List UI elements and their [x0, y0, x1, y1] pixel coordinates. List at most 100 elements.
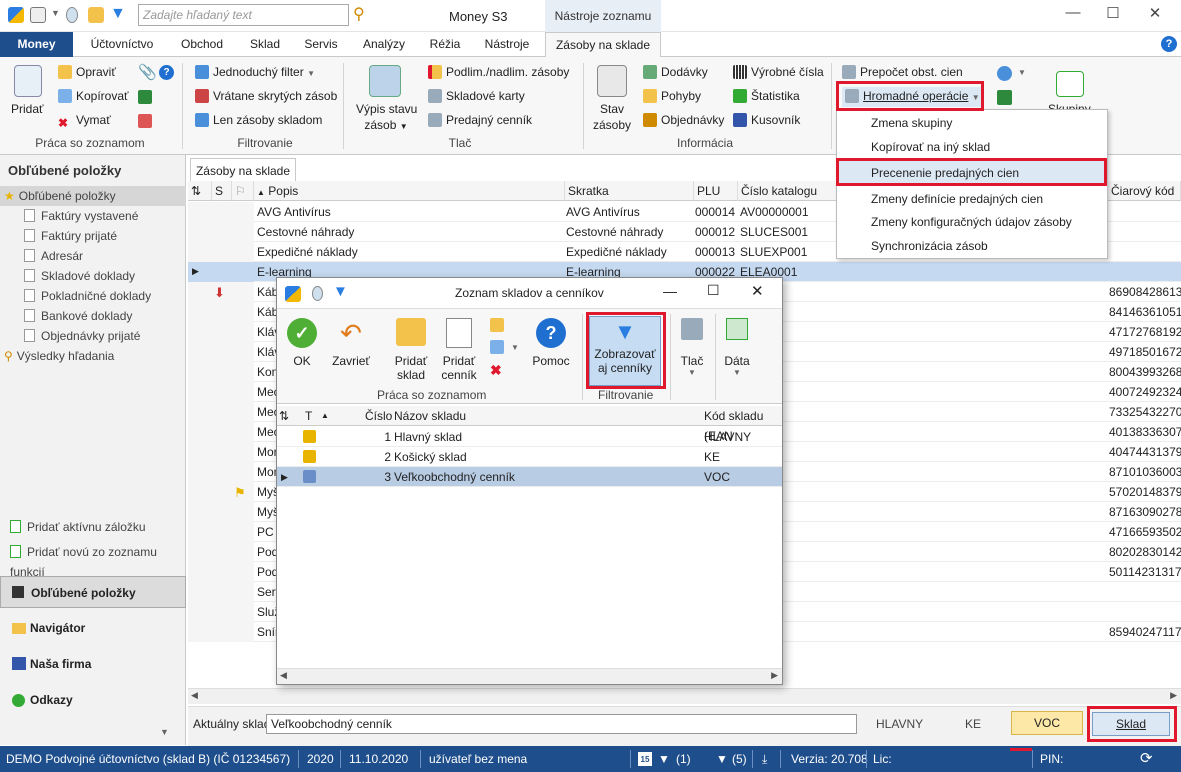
kopirovat-button[interactable]: Kopírovať — [58, 88, 129, 104]
menu-servis[interactable]: Servis — [296, 32, 346, 57]
chevron-down-icon[interactable]: ▼ — [1018, 68, 1026, 77]
sidebar-item[interactable]: Objednávky prijaté — [0, 326, 186, 346]
status-year[interactable]: 2020 — [307, 746, 334, 772]
add-new-link[interactable]: Pridať novú zo zoznamu funkcií — [0, 542, 186, 579]
help-icon[interactable]: ? — [1161, 36, 1177, 52]
delete-icon[interactable]: ✖ — [490, 362, 502, 379]
vratane-skrytych-button[interactable]: Vrátane skrytých zásob — [195, 88, 337, 104]
sidebar-item[interactable]: Faktúry prijaté — [0, 226, 186, 246]
data-button[interactable]: Dáta ▼ — [719, 318, 755, 377]
attach-icon[interactable]: 📎 — [138, 63, 157, 81]
menu-money[interactable]: Money — [0, 32, 73, 57]
folder-icon[interactable] — [88, 7, 104, 23]
calendar-icon[interactable]: 15 — [638, 752, 652, 766]
sidebar-item[interactable]: Skladové doklady — [0, 266, 186, 286]
lightbulb-icon[interactable] — [312, 286, 323, 301]
pomoc-button[interactable]: ? Pomoc — [529, 318, 573, 368]
col-plu[interactable]: PLU — [694, 181, 738, 201]
dialog-close-button[interactable]: ✕ — [751, 282, 764, 300]
dropdown-item-zmeny-definicie[interactable]: Zmeny definície predajných cien — [837, 187, 1107, 211]
skladove-karty-button[interactable]: Skladové karty — [428, 88, 525, 104]
search-input[interactable]: Zadajte hľadaný text — [138, 4, 349, 26]
zavriet-button[interactable]: ↶ Zavrieť — [329, 318, 373, 368]
minimize-button[interactable]: — — [1058, 4, 1088, 21]
export-icon[interactable] — [997, 90, 1012, 105]
dialog-table-row[interactable]: 2 Košický sklad KE — [277, 447, 782, 467]
list-icon[interactable] — [30, 7, 46, 23]
sidebar-item[interactable]: Pokladničné doklady — [0, 286, 186, 306]
vypis-stavu-button[interactable]: Výpis stavu zásob ▼ — [356, 101, 417, 135]
prepocet-button[interactable]: Prepočet obst. cien — [842, 64, 963, 80]
col-popis[interactable]: ▲ Popis — [254, 181, 565, 201]
tab-zasoby[interactable]: Zásoby na sklade — [190, 158, 296, 182]
kusovnik-button[interactable]: Kusovník — [733, 112, 800, 128]
print-small-icon[interactable] — [138, 114, 152, 128]
dcol-cislo[interactable]: Číslo — [365, 406, 392, 426]
chevron-down-icon[interactable]: ▼ — [511, 343, 519, 352]
dialog-table-row[interactable]: 1 Hlavný sklad HLAVNY — [277, 427, 782, 447]
sklad-hlavny-button[interactable]: HLAVNY — [876, 717, 923, 731]
excel-icon[interactable] — [138, 90, 152, 104]
opravit-button[interactable]: Opraviť — [58, 64, 116, 80]
col-ciarovy[interactable]: Čiarový kód — [1108, 181, 1181, 201]
horizontal-scrollbar[interactable]: ◀ ▶ — [188, 688, 1181, 704]
sidebar-item[interactable]: Bankové doklady — [0, 306, 186, 326]
chevron-down-icon[interactable]: ▼ — [160, 727, 169, 737]
pridat-sklad-button[interactable]: Pridať sklad — [389, 318, 433, 382]
col-skratka[interactable]: Skratka — [565, 181, 694, 201]
stav-zasoby-button[interactable]: Stav zásoby — [588, 101, 636, 133]
sidebar-search-results[interactable]: ⚲ Výsledky hľadania — [0, 346, 186, 366]
menu-obchod[interactable]: Obchod — [172, 32, 232, 57]
len-skladom-button[interactable]: Len zásoby skladom — [195, 112, 322, 128]
jednoduchy-filter-button[interactable]: Jednoduchý filter ▼ — [195, 64, 315, 82]
sidebar-root[interactable]: ★ Obľúbené položky — [0, 186, 186, 206]
vyrobne-cisla-button[interactable]: Výrobné čísla — [733, 64, 824, 80]
sidebar-item[interactable]: Adresár — [0, 246, 186, 266]
dropdown-item-kopirovat[interactable]: Kopírovať na iný sklad — [837, 135, 1107, 159]
tlac-button[interactable]: Tlač ▼ — [675, 318, 709, 377]
menu-analyzy[interactable]: Analýzy — [354, 32, 414, 57]
help-round-icon[interactable]: ? — [159, 65, 174, 80]
menu-rezia[interactable]: Réžia — [422, 32, 468, 57]
sync-icon[interactable]: ⟳ — [1140, 746, 1153, 772]
dropdown-item-zmeny-konfiguracnych[interactable]: Zmeny konfiguračných údajov zásoby — [837, 210, 1107, 234]
ok-button[interactable]: ✓ OK — [287, 318, 317, 368]
col-s[interactable]: S — [212, 181, 232, 201]
dropdown-item-synchronizacia[interactable]: Synchronizácia zásob — [837, 234, 1107, 258]
dialog-minimize-button[interactable]: — — [663, 283, 677, 299]
dodavky-button[interactable]: Dodávky — [643, 64, 708, 80]
menu-sklad[interactable]: Sklad — [240, 32, 290, 57]
dialog-table-row[interactable]: ▶ 3 Veľkoobchodný cenník VOC — [277, 467, 782, 487]
menu-nastroje[interactable]: Nástroje — [474, 32, 540, 57]
close-button[interactable]: ✕ — [1140, 4, 1170, 22]
col-flag[interactable]: ⚐ — [232, 181, 254, 201]
chevron-down-icon[interactable]: ▼ — [51, 8, 60, 18]
objednavky-button[interactable]: Objednávky — [643, 112, 724, 128]
dialog-maximize-button[interactable]: ☐ — [707, 282, 720, 299]
lightbulb-icon[interactable] — [66, 7, 78, 23]
status-user[interactable]: užívateľ bez mena — [429, 746, 527, 772]
download-icon[interactable]: ⤓ — [762, 746, 767, 772]
status-date[interactable]: 11.10.2020 — [349, 746, 408, 772]
pohyby-button[interactable]: Pohyby — [643, 88, 701, 104]
filter-status-icon[interactable]: ▼ — [716, 746, 728, 772]
current-warehouse-field[interactable]: Veľkoobchodný cenník — [266, 714, 857, 734]
menu-zasoby-na-sklade[interactable]: Zásoby na sklade — [545, 32, 661, 58]
sidebar-btn-odkazy[interactable]: Odkazy — [0, 684, 186, 716]
col-sort-icon[interactable]: ⇅ — [188, 181, 212, 201]
sidebar-btn-oblubene[interactable]: Obľúbené položky — [0, 576, 186, 608]
menu-uctovnictvo[interactable]: Účtovníctvo — [80, 32, 164, 57]
dcol-nazov[interactable]: Názov skladu — [394, 406, 466, 426]
sidebar-btn-firma[interactable]: Naša firma — [0, 648, 186, 680]
add-active-tab-link[interactable]: Pridať aktívnu záložku — [0, 517, 186, 537]
globe-icon[interactable] — [997, 66, 1012, 81]
pridat-button[interactable]: Pridať — [11, 101, 44, 117]
filter-icon[interactable]: ▼ — [110, 5, 126, 23]
edit-small-icon[interactable] — [490, 318, 504, 332]
copy-small-icon[interactable] — [490, 340, 504, 354]
podlim-button[interactable]: Podlim./nadlim. zásoby — [428, 64, 569, 80]
dcol-t[interactable]: T — [305, 406, 312, 426]
dropdown-item-zmena-skupiny[interactable]: Zmena skupiny — [837, 111, 1107, 135]
vymazat-button[interactable]: ✖ Vymať — [58, 112, 111, 130]
dialog-hscrollbar[interactable]: ◀ ▶ — [277, 668, 782, 684]
